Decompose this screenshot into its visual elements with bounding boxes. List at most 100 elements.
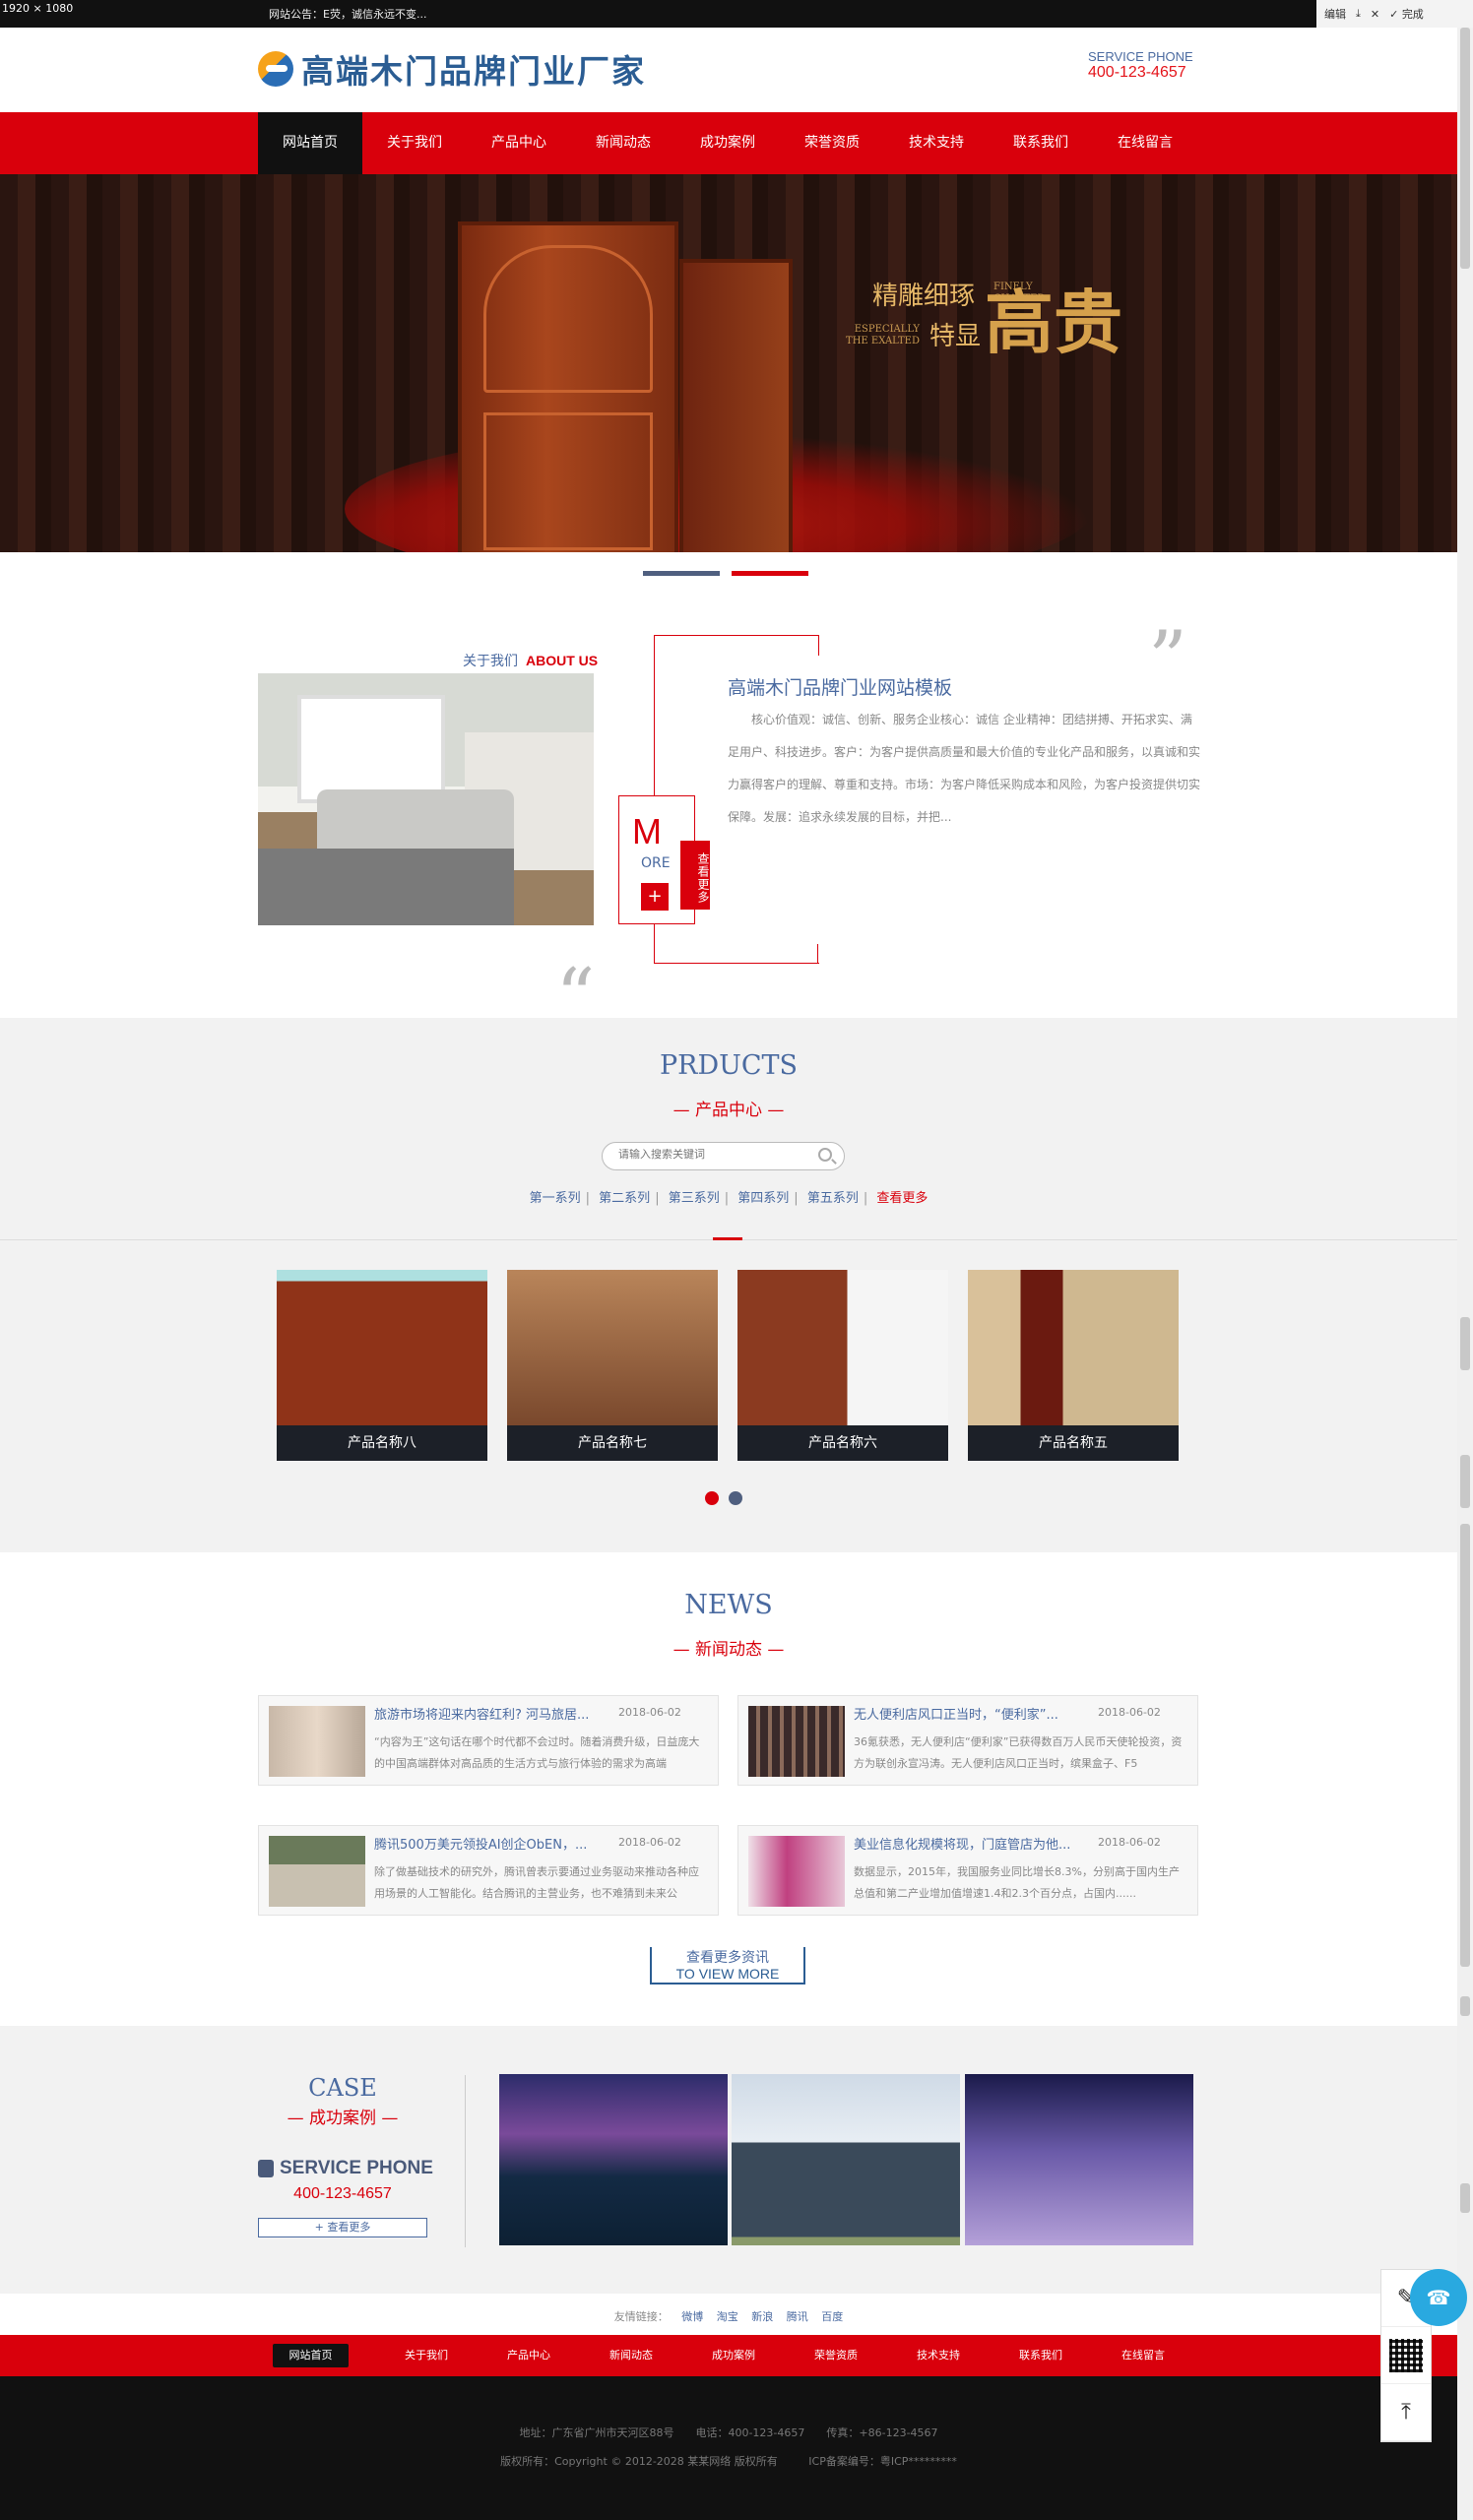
service-phone-block: SERVICE PHONE 400-123-4657 — [1088, 49, 1193, 82]
friend-link[interactable]: 腾讯 — [787, 2310, 808, 2323]
product-name: 产品名称八 — [277, 1425, 487, 1461]
news-thumbnail — [269, 1836, 365, 1907]
news-view-more-button[interactable]: 查看更多资讯 TO VIEW MORE — [650, 1947, 805, 1984]
more-side-label[interactable]: 查看更多 — [680, 841, 710, 910]
footer-address: 地址：广东省广州市天河区88号 电话：400-123-4657 传真：+86-1… — [519, 2426, 938, 2439]
scrollbar-marker — [1460, 2183, 1470, 2213]
nav-item-home[interactable]: 网站首页 — [258, 112, 362, 174]
footer-nav-message[interactable]: 在线留言 — [1092, 2344, 1194, 2367]
product-name: 产品名称六 — [737, 1425, 948, 1461]
product-card[interactable]: 产品名称五 — [968, 1270, 1179, 1461]
site-footer: 地址：广东省广州市天河区88号 电话：400-123-4657 传真：+86-1… — [0, 2376, 1457, 2520]
service-phone-label: SERVICE PHONE — [1088, 49, 1193, 64]
quote-close-icon: ” — [1148, 615, 1187, 704]
friend-link[interactable]: 微博 — [681, 2310, 703, 2323]
friend-link[interactable]: 淘宝 — [717, 2310, 738, 2323]
news-date: 2018-06-02 — [1098, 1706, 1161, 1719]
back-to-top-icon[interactable]: ⤒ — [1381, 2384, 1431, 2441]
about-label: 关于我们 ABOUT US — [463, 651, 598, 670]
case-service-label-text: SERVICE PHONE — [280, 2158, 433, 2178]
series-link-more[interactable]: 查看更多 — [871, 1191, 932, 1206]
banner-headline-1: 精雕细琢 — [872, 282, 976, 311]
footer-nav-honors[interactable]: 荣誉资质 — [785, 2344, 887, 2367]
nav-item-message[interactable]: 在线留言 — [1093, 112, 1197, 174]
footer-nav-home[interactable]: 网站首页 — [273, 2344, 349, 2367]
case-image-office-building[interactable] — [732, 2074, 960, 2245]
site-notice: 网站公告：E荧，诚信永远不变... — [269, 8, 427, 21]
page-scrollbar[interactable] — [1457, 28, 1473, 2520]
about-title[interactable]: 高端木门品牌门业网站模板 — [728, 673, 952, 700]
footer-nav: 网站首页 关于我们 产品中心 新闻动态 成功案例 荣誉资质 技术支持 联系我们 … — [0, 2335, 1457, 2376]
about-more-button[interactable]: M ORE + 查看更多 — [618, 795, 710, 924]
case-phone-number: 400-123-4657 — [293, 2185, 392, 2202]
nav-item-support[interactable]: 技术支持 — [884, 112, 989, 174]
series-link-4[interactable]: 第四系列 — [733, 1191, 794, 1206]
logo-text: 高端木门品牌门业厂家 — [301, 52, 646, 91]
edit-button[interactable]: 编辑 — [1324, 6, 1346, 22]
banner-dot-1[interactable] — [643, 571, 720, 576]
download-icon[interactable]: ⤓ — [1356, 7, 1361, 21]
banner-calligraphy-text: 高贵 — [985, 282, 1122, 363]
case-service-phone-label: SERVICE PHONE — [258, 2158, 433, 2179]
case-title-cn: — 成功案例 — — [287, 2109, 399, 2128]
qr-code-icon[interactable] — [1381, 2327, 1431, 2384]
close-icon[interactable]: ✕ — [1371, 8, 1379, 21]
news-title[interactable]: 腾讯500万美元领投AI创企ObEN，... — [374, 1834, 610, 1853]
series-link-2[interactable]: 第二系列 — [594, 1191, 655, 1206]
service-phone-number: 400-123-4657 — [1088, 64, 1186, 81]
nav-item-about[interactable]: 关于我们 — [362, 112, 467, 174]
footer-nav-products[interactable]: 产品中心 — [478, 2344, 580, 2367]
friend-link[interactable]: 新浪 — [751, 2310, 773, 2323]
about-label-cn: 关于我们 — [463, 653, 518, 668]
series-link-1[interactable]: 第一系列 — [525, 1191, 586, 1206]
news-title[interactable]: 旅游市场将迎来内容红利? 河马旅居... — [374, 1704, 610, 1723]
footer-nav-news[interactable]: 新闻动态 — [580, 2344, 682, 2367]
news-item[interactable]: 无人便利店风口正当时，“便利家”... 2018-06-02 36氪获悉，无人便… — [737, 1695, 1198, 1786]
nav-item-news[interactable]: 新闻动态 — [571, 112, 675, 174]
search-input[interactable] — [618, 1149, 805, 1161]
footer-nav-contact[interactable]: 联系我们 — [990, 2344, 1092, 2367]
search-icon[interactable] — [818, 1148, 832, 1162]
series-link-3[interactable]: 第三系列 — [664, 1191, 725, 1206]
product-card[interactable]: 产品名称八 — [277, 1270, 487, 1461]
footer-nav-cases[interactable]: 成功案例 — [682, 2344, 785, 2367]
footer-icp[interactable]: ICP备案编号：粤ICP********* — [808, 2455, 957, 2468]
banner-dot-2[interactable] — [732, 571, 808, 576]
done-button[interactable]: ✓ 完成 — [1389, 6, 1424, 22]
news-thumbnail — [269, 1706, 365, 1777]
news-item[interactable]: 美业信息化规模将现，门庭管店为他... 2018-06-02 数据显示，2015… — [737, 1825, 1198, 1916]
friend-link[interactable]: 百度 — [821, 2310, 843, 2323]
news-item[interactable]: 旅游市场将迎来内容红利? 河马旅居... 2018-06-02 “内容为王”这句… — [258, 1695, 719, 1786]
news-title-en: NEWS — [684, 1590, 773, 1620]
products-dot-1[interactable] — [705, 1491, 719, 1505]
series-link-5[interactable]: 第五系列 — [802, 1191, 864, 1206]
case-more-button[interactable]: + 查看更多 — [258, 2218, 427, 2237]
scrollbar-marker — [1460, 1524, 1470, 1967]
product-card[interactable]: 产品名称六 — [737, 1270, 948, 1461]
news-desc: 数据显示，2015年，我国服务业同比增长8.3%，分别高于国内生产总值和第二产业… — [854, 1865, 1180, 1900]
nav-item-honors[interactable]: 荣誉资质 — [780, 112, 884, 174]
product-search — [602, 1142, 845, 1170]
case-image-modern-building[interactable] — [965, 2074, 1193, 2245]
footer-nav-support[interactable]: 技术支持 — [887, 2344, 990, 2367]
hero-banner[interactable]: 精雕细琢 FINELY CHAFTED ESPECIALLY THE EXALT… — [0, 174, 1457, 552]
news-title-cn: — 新闻动态 — — [672, 1640, 785, 1660]
footer-nav-about[interactable]: 关于我们 — [375, 2344, 478, 2367]
phone-call-icon[interactable]: ☎ — [1410, 2269, 1467, 2326]
nav-item-products[interactable]: 产品中心 — [467, 112, 571, 174]
plus-icon[interactable]: + — [641, 883, 669, 911]
product-card[interactable]: 产品名称七 — [507, 1270, 718, 1461]
about-text: 核心价值观：诚信、创新、服务企业核心：诚信 企业精神：团结拼搏、开拓求实、满足用… — [728, 704, 1200, 834]
scrollbar-thumb[interactable] — [1460, 28, 1470, 269]
case-image-harbor[interactable] — [499, 2074, 728, 2245]
nav-item-cases[interactable]: 成功案例 — [675, 112, 780, 174]
news-title[interactable]: 美业信息化规模将现，门庭管店为他... — [854, 1834, 1090, 1853]
scrollbar-marker — [1460, 1996, 1470, 2016]
site-logo[interactable]: 高端木门品牌门业厂家 — [258, 45, 646, 93]
news-item[interactable]: 腾讯500万美元领投AI创企ObEN，... 2018-06-02 除了做基础技… — [258, 1825, 719, 1916]
news-title[interactable]: 无人便利店风口正当时，“便利家”... — [854, 1704, 1090, 1723]
products-dot-2[interactable] — [729, 1491, 742, 1505]
nav-item-contact[interactable]: 联系我们 — [989, 112, 1093, 174]
products-title-en: PRDUCTS — [659, 1050, 799, 1081]
news-thumbnail — [748, 1836, 845, 1907]
